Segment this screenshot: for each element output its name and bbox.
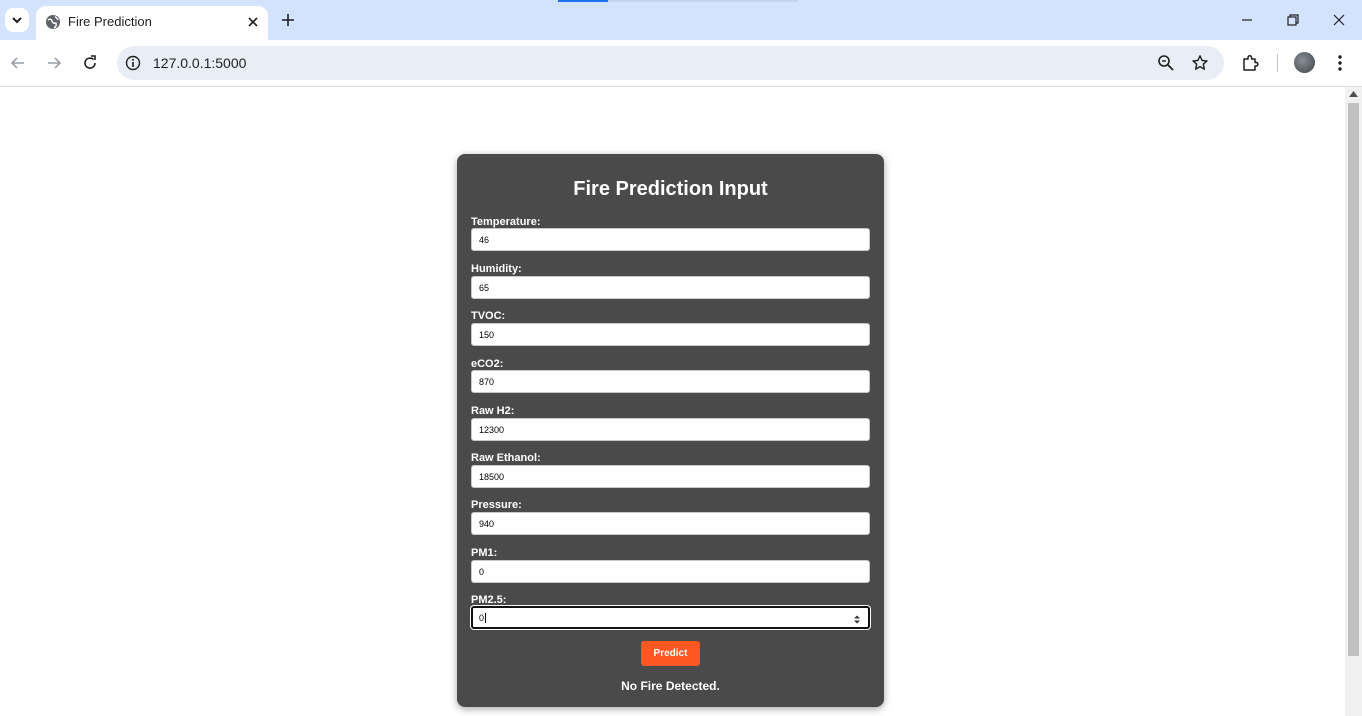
humidity-label: Humidity: (471, 263, 522, 275)
forward-arrow-icon[interactable] (45, 54, 63, 72)
extensions-puzzle-icon[interactable] (1241, 53, 1261, 73)
address-bar[interactable]: 127.0.0.1:5000 (117, 46, 1224, 80)
restore-icon[interactable] (1285, 12, 1301, 28)
eco2-input[interactable]: 870 (471, 370, 870, 393)
browser-tab[interactable]: Fire Prediction (36, 6, 268, 40)
pressure-input[interactable]: 940 (471, 512, 870, 535)
pm1-label: PM1: (471, 547, 498, 559)
humidity-value: 65 (479, 282, 490, 293)
raw-ethanol-input[interactable]: 18500 (471, 465, 870, 488)
raw-h2-value: 12300 (479, 424, 505, 435)
browser-toolbar: 127.0.0.1:5000 (0, 40, 1362, 87)
close-tab-icon[interactable] (246, 15, 260, 29)
close-window-icon[interactable] (1331, 12, 1347, 28)
tab-strip-indicator (558, 0, 608, 2)
site-info-icon[interactable] (125, 55, 141, 71)
pm1-value: 0 (479, 566, 485, 577)
raw-ethanol-label: Raw Ethanol: (471, 452, 541, 464)
scroll-up-arrow-icon[interactable] (1349, 91, 1358, 97)
raw-h2-label: Raw H2: (471, 405, 515, 417)
form-title: Fire Prediction Input (573, 178, 768, 200)
minimize-icon[interactable] (1239, 12, 1255, 28)
bookmark-star-icon[interactable] (1191, 54, 1209, 72)
tvoc-input[interactable]: 150 (471, 323, 870, 346)
text-caret (485, 612, 487, 623)
menu-kebab-icon[interactable] (1331, 53, 1349, 73)
zoom-icon[interactable] (1157, 54, 1175, 72)
temperature-input[interactable]: 46 (471, 228, 870, 251)
tab-search-button[interactable] (5, 8, 29, 32)
tvoc-value: 150 (479, 329, 495, 340)
reload-icon[interactable] (81, 54, 99, 72)
toolbar-divider (1277, 54, 1278, 72)
temperature-value: 46 (479, 234, 490, 245)
profile-avatar[interactable] (1294, 52, 1315, 73)
browser-title-bar: Fire Prediction (0, 0, 1362, 40)
prediction-result: No Fire Detected. (621, 679, 720, 693)
eco2-label: eCO2: (471, 358, 504, 370)
globe-icon (46, 15, 60, 29)
new-tab-icon[interactable] (280, 12, 296, 28)
tab-title: Fire Prediction (68, 14, 152, 29)
eco2-value: 870 (479, 376, 495, 387)
pressure-label: Pressure: (471, 499, 522, 511)
pm25-label: PM2.5: (471, 594, 507, 606)
tvoc-label: TVOC: (471, 310, 506, 322)
fire-prediction-form: Fire Prediction Input Temperature: 46 Hu… (457, 154, 884, 707)
pressure-value: 940 (479, 518, 495, 529)
humidity-input[interactable]: 65 (471, 276, 870, 299)
pm1-input[interactable]: 0 (471, 560, 870, 583)
url-text[interactable]: 127.0.0.1:5000 (153, 55, 246, 71)
pm25-value: 0 (479, 612, 485, 623)
temperature-label: Temperature: (471, 216, 541, 228)
chevron-down-icon (12, 17, 22, 24)
scrollbar-thumb[interactable] (1348, 103, 1359, 656)
number-spinner-icon[interactable] (854, 615, 860, 624)
page-scrollbar[interactable] (1345, 87, 1362, 716)
tab-strip-indicator-track (608, 0, 798, 2)
predict-button[interactable]: Predict (641, 641, 700, 666)
pm25-input[interactable]: 0 (471, 606, 870, 629)
raw-h2-input[interactable]: 12300 (471, 418, 870, 441)
back-arrow-icon[interactable] (9, 54, 27, 72)
raw-ethanol-value: 18500 (479, 471, 505, 482)
